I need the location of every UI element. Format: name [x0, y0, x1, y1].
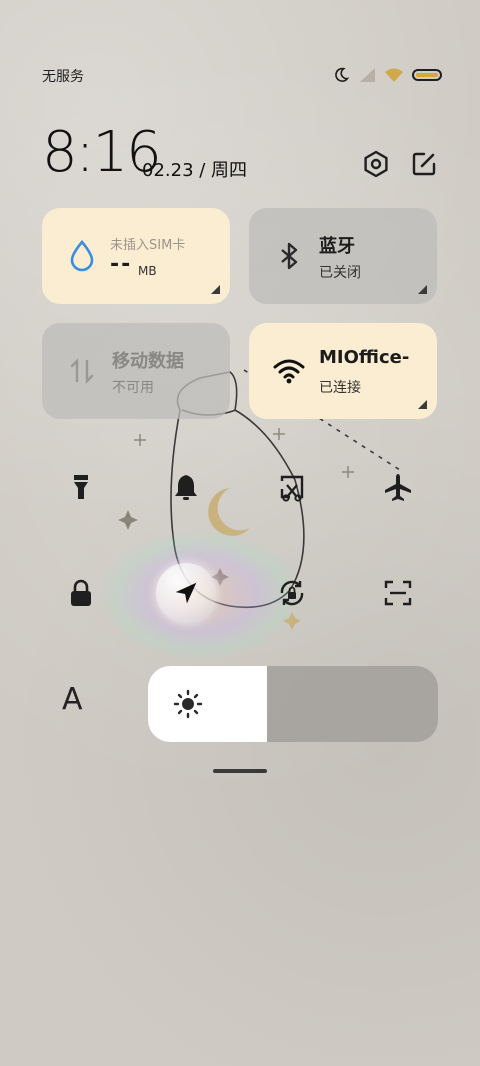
signal-icon [360, 68, 375, 82]
location-icon [175, 582, 197, 604]
font-size-button[interactable]: A [62, 682, 83, 717]
airplane-toggle[interactable] [374, 463, 422, 511]
data-usage-tile[interactable]: 未插入SIM卡 -- MB [42, 208, 230, 304]
carrier-label: 无服务 [42, 69, 84, 85]
flashlight-icon [74, 475, 88, 499]
bluetooth-icon [281, 242, 298, 270]
rotation-lock-icon [280, 580, 304, 606]
rotation-lock-toggle[interactable] [268, 569, 316, 617]
flashlight-toggle[interactable] [57, 463, 105, 511]
wifi-icon [385, 68, 403, 82]
screenshot-toggle[interactable] [268, 463, 316, 511]
screenshot-icon [280, 475, 304, 502]
date-label: 02.23 / 周四 [142, 160, 248, 181]
lock-toggle[interactable] [57, 569, 105, 617]
drag-handle[interactable] [213, 769, 267, 773]
mobile-data-icon [70, 358, 94, 384]
location-toggle[interactable] [156, 563, 216, 623]
brightness-slider[interactable] [148, 666, 438, 742]
bluetooth-title: 蓝牙 [319, 236, 355, 257]
wifi-title: MIOffice- [319, 347, 410, 368]
moon-icon [335, 67, 350, 82]
data-usage-value: -- [110, 252, 133, 277]
lock-icon [71, 579, 91, 606]
airplane-icon [385, 474, 411, 501]
expand-corner-icon [418, 400, 427, 409]
brightness-fill [148, 666, 267, 742]
settings-icon[interactable] [362, 150, 390, 178]
scan-toggle[interactable] [374, 569, 422, 617]
water-drop-icon [70, 239, 94, 272]
edit-icon[interactable] [410, 150, 438, 178]
wifi-icon [273, 359, 305, 384]
mobile-data-status: 不可用 [112, 380, 154, 396]
bell-toggle[interactable] [162, 463, 210, 511]
sim-status-label: 未插入SIM卡 [110, 238, 186, 253]
mobile-data-tile[interactable]: 移动数据 不可用 [42, 323, 230, 419]
expand-corner-icon [418, 285, 427, 294]
data-usage-unit: MB [138, 264, 157, 278]
status-icons [332, 66, 442, 84]
mobile-data-title: 移动数据 [112, 351, 184, 372]
battery-icon [412, 69, 442, 81]
wifi-tile[interactable]: MIOffice- 已连接 [249, 323, 437, 419]
expand-corner-icon [211, 285, 220, 294]
bell-icon [175, 475, 197, 500]
bluetooth-tile[interactable]: 蓝牙 已关闭 [249, 208, 437, 304]
scan-icon [384, 580, 412, 606]
bluetooth-status: 已关闭 [319, 265, 361, 281]
sun-icon [173, 689, 203, 719]
status-bar: 无服务 [42, 64, 442, 88]
wifi-status: 已连接 [319, 380, 361, 396]
